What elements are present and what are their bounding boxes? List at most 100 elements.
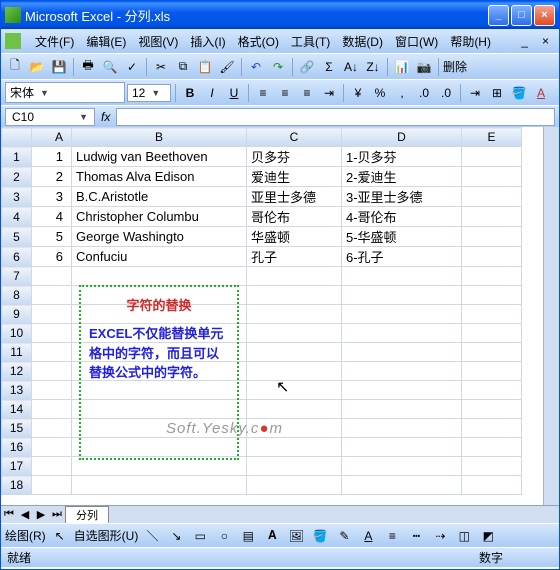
menu-view[interactable]: 视图(V): [132, 31, 184, 52]
font-color-icon[interactable]: A: [531, 83, 551, 103]
sheet-tab-active[interactable]: 分列: [65, 506, 109, 523]
row-header[interactable]: 10: [2, 324, 32, 343]
cell[interactable]: [32, 324, 72, 343]
cell[interactable]: [462, 147, 522, 167]
dec-decimal-icon[interactable]: .0: [436, 83, 456, 103]
autosum-icon[interactable]: Σ: [319, 57, 339, 77]
undo-icon[interactable]: ↶: [246, 57, 266, 77]
menu-help[interactable]: 帮助(H): [444, 31, 497, 52]
cell[interactable]: [247, 438, 342, 457]
select-all-corner[interactable]: [2, 128, 32, 147]
doc-close-button[interactable]: ×: [536, 32, 555, 50]
spell-icon[interactable]: ✓: [122, 57, 142, 77]
arrow-icon[interactable]: ↘: [166, 526, 186, 546]
name-box[interactable]: C10▼: [5, 108, 95, 126]
cell[interactable]: 1: [32, 147, 72, 167]
drawing-icon[interactable]: 📷: [414, 57, 434, 77]
menu-format[interactable]: 格式(O): [232, 31, 285, 52]
cell[interactable]: [72, 476, 247, 495]
cell[interactable]: [342, 400, 462, 419]
cell[interactable]: [462, 267, 522, 286]
cell[interactable]: [32, 286, 72, 305]
font-size-combo[interactable]: 12▼: [127, 84, 171, 102]
rect-icon[interactable]: ▭: [190, 526, 210, 546]
row-header[interactable]: 13: [2, 381, 32, 400]
cell[interactable]: Confuciu: [72, 247, 247, 267]
currency-icon[interactable]: ¥: [348, 83, 368, 103]
autoshapes-menu[interactable]: 自选图形(U): [74, 527, 139, 544]
menu-insert[interactable]: 插入(I): [184, 31, 231, 52]
maximize-button[interactable]: □: [511, 5, 532, 26]
formula-input[interactable]: [116, 108, 555, 126]
cell[interactable]: [462, 476, 522, 495]
row-header[interactable]: 1: [2, 147, 32, 167]
hyperlink-icon[interactable]: 🔗: [297, 57, 317, 77]
line-icon[interactable]: ＼: [142, 526, 162, 546]
percent-icon[interactable]: %: [370, 83, 390, 103]
cell[interactable]: [32, 267, 72, 286]
fx-button[interactable]: fx: [101, 110, 110, 124]
cell[interactable]: [462, 381, 522, 400]
cell[interactable]: 2-爱迪生: [342, 167, 462, 187]
new-icon[interactable]: 🗋: [5, 57, 25, 77]
cell[interactable]: 华盛顿: [247, 227, 342, 247]
delete-button[interactable]: 删除: [443, 58, 467, 75]
cell[interactable]: [342, 476, 462, 495]
cell[interactable]: [247, 400, 342, 419]
cell[interactable]: [247, 381, 342, 400]
cell[interactable]: 哥伦布: [247, 207, 342, 227]
paste-icon[interactable]: 📋: [195, 57, 215, 77]
cell[interactable]: [462, 438, 522, 457]
cell[interactable]: [462, 343, 522, 362]
cell[interactable]: Christopher Columbu: [72, 207, 247, 227]
dash-style-icon[interactable]: ┅: [406, 526, 426, 546]
cell[interactable]: 3: [32, 187, 72, 207]
cell[interactable]: 贝多芬: [247, 147, 342, 167]
row-header[interactable]: 17: [2, 457, 32, 476]
cell[interactable]: 4-哥伦布: [342, 207, 462, 227]
row-header[interactable]: 11: [2, 343, 32, 362]
cell[interactable]: [247, 267, 342, 286]
cell[interactable]: 2: [32, 167, 72, 187]
align-center-icon[interactable]: ≡: [275, 83, 295, 103]
cell[interactable]: 5: [32, 227, 72, 247]
cell[interactable]: [247, 343, 342, 362]
menu-file[interactable]: 文件(F): [29, 31, 80, 52]
app-icon[interactable]: [5, 33, 21, 49]
indent-icon[interactable]: ⇥: [465, 83, 485, 103]
cell[interactable]: 3-亚里士多德: [342, 187, 462, 207]
underline-button[interactable]: U: [224, 83, 244, 103]
row-header[interactable]: 14: [2, 400, 32, 419]
cell[interactable]: [462, 362, 522, 381]
tab-nav-last[interactable]: ⏭: [49, 508, 65, 521]
doc-minimize-button[interactable]: _: [515, 32, 534, 50]
col-header[interactable]: E: [462, 128, 522, 147]
col-header[interactable]: A: [32, 128, 72, 147]
format-painter-icon[interactable]: 🖌: [217, 57, 237, 77]
cell[interactable]: [32, 343, 72, 362]
inc-decimal-icon[interactable]: .0: [414, 83, 434, 103]
border-icon[interactable]: ⊞: [487, 83, 507, 103]
oval-icon[interactable]: ○: [214, 526, 234, 546]
row-header[interactable]: 6: [2, 247, 32, 267]
row-header[interactable]: 5: [2, 227, 32, 247]
redo-icon[interactable]: ↷: [268, 57, 288, 77]
cell[interactable]: [462, 305, 522, 324]
cell[interactable]: [32, 476, 72, 495]
cell[interactable]: [462, 400, 522, 419]
cell[interactable]: [247, 362, 342, 381]
sort-asc-icon[interactable]: A↓: [341, 57, 361, 77]
close-button[interactable]: ×: [534, 5, 555, 26]
col-header[interactable]: D: [342, 128, 462, 147]
row-header[interactable]: 7: [2, 267, 32, 286]
row-header[interactable]: 2: [2, 167, 32, 187]
italic-button[interactable]: I: [202, 83, 222, 103]
preview-icon[interactable]: 🔍: [100, 57, 120, 77]
merge-icon[interactable]: ⇥: [319, 83, 339, 103]
copy-icon[interactable]: ⧉: [173, 57, 193, 77]
cut-icon[interactable]: ✂: [151, 57, 171, 77]
sort-desc-icon[interactable]: Z↓: [363, 57, 383, 77]
cell[interactable]: [462, 247, 522, 267]
cell[interactable]: [462, 187, 522, 207]
bold-button[interactable]: B: [180, 83, 200, 103]
